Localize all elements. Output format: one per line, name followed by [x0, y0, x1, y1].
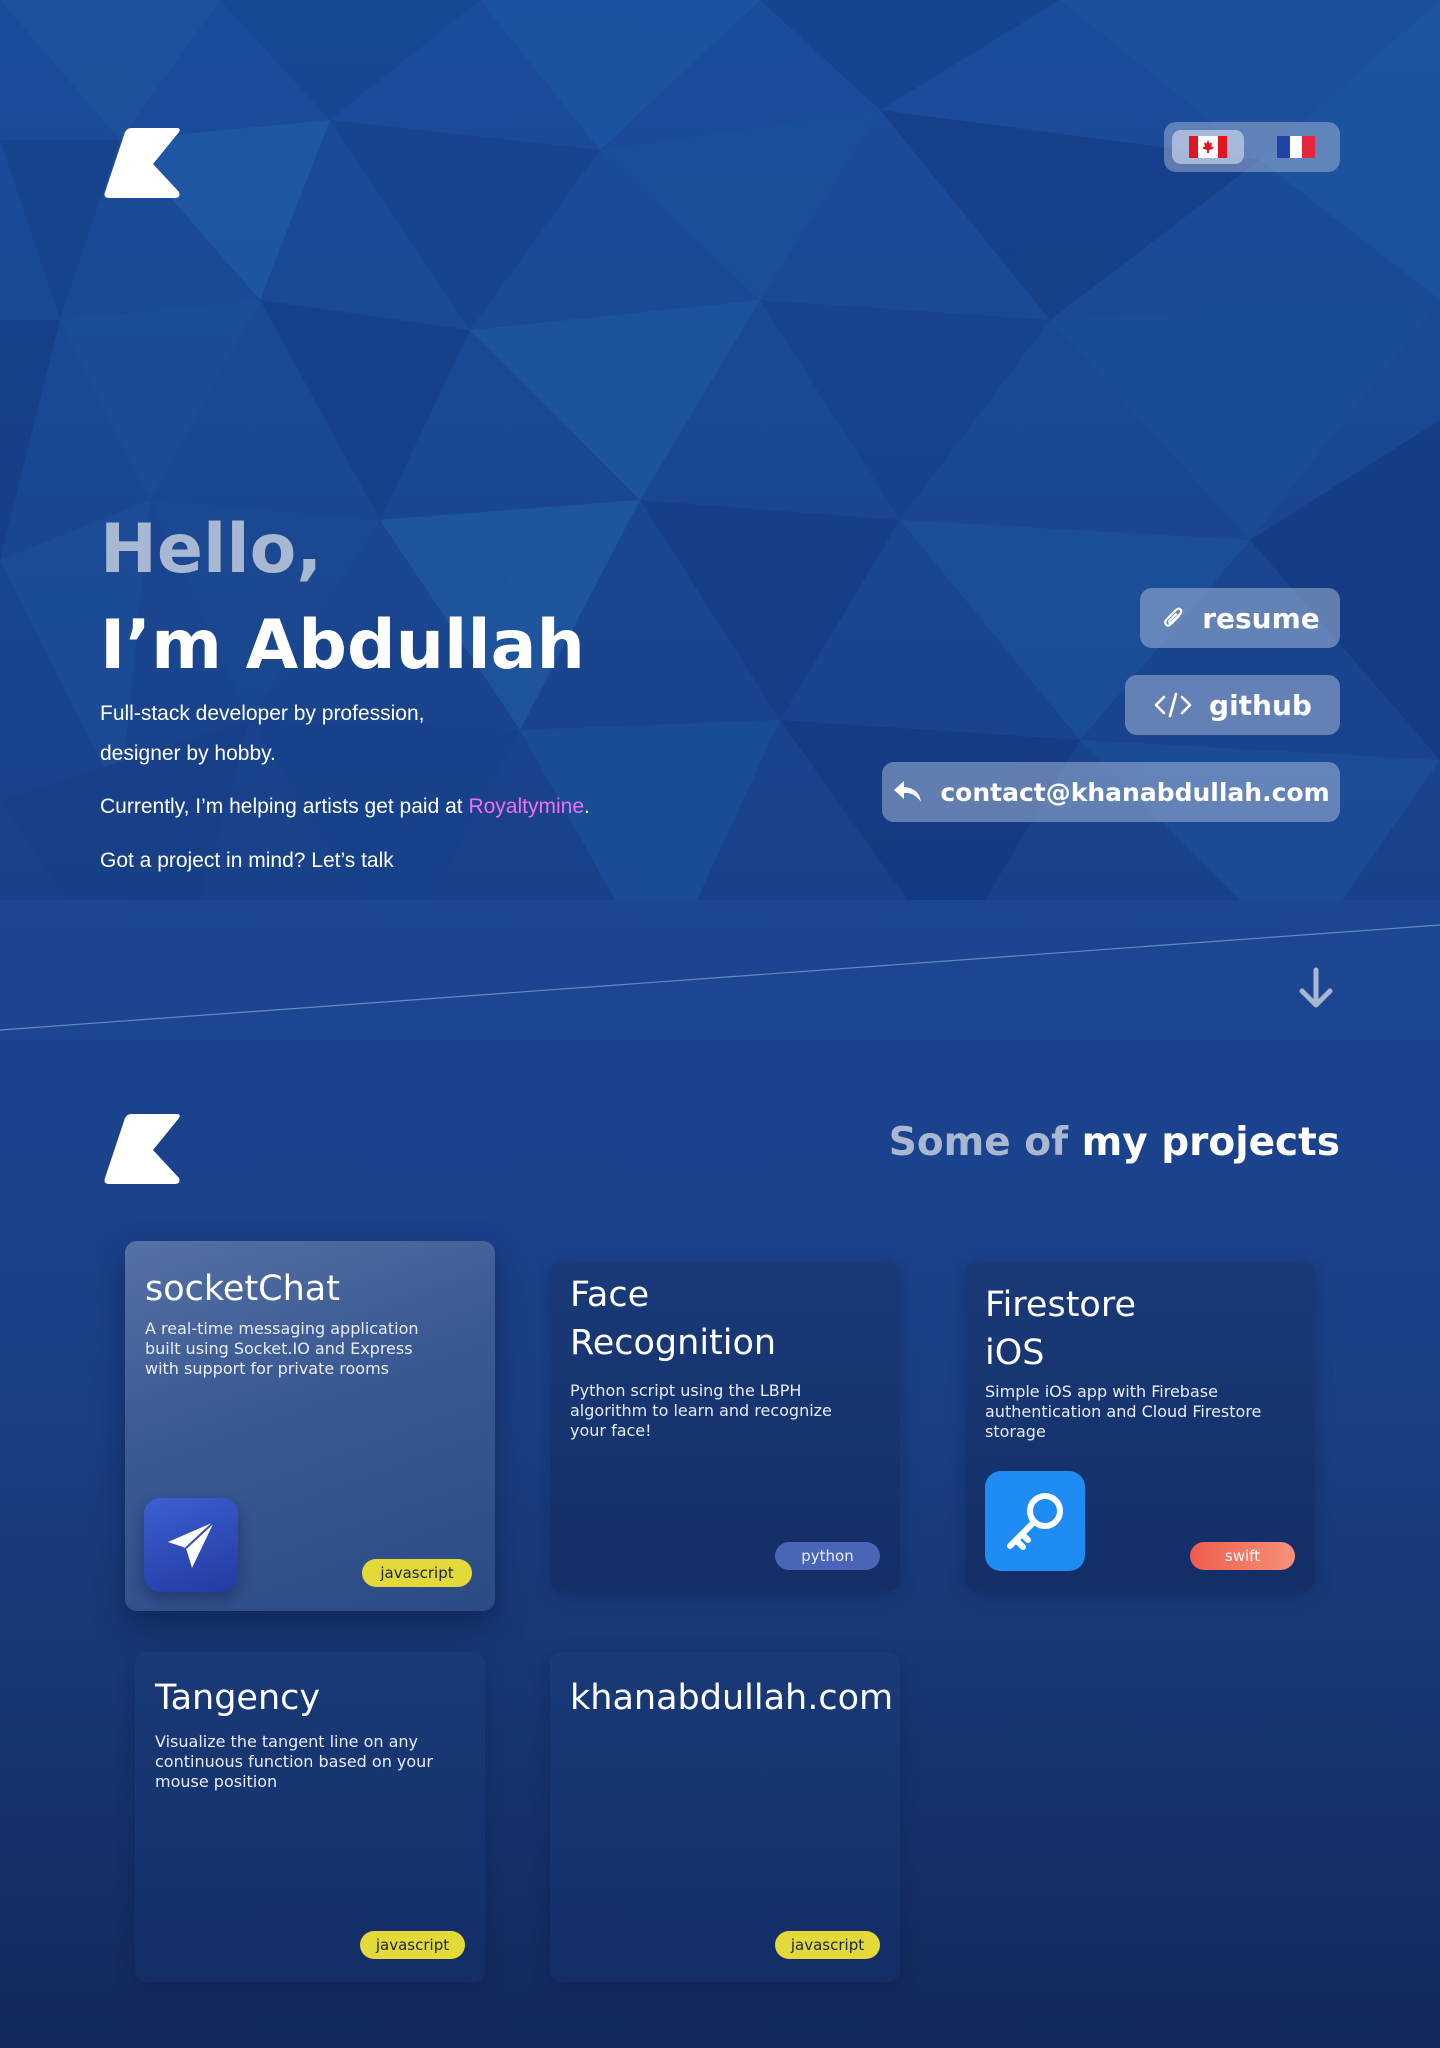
projects-heading-muted: Some of [888, 1120, 1082, 1165]
tech-tag: python [775, 1542, 880, 1570]
project-title: Face Recognition [570, 1275, 777, 1363]
project-card-socketchat[interactable]: socketChat A real-time messaging applica… [125, 1241, 495, 1611]
project-title: Firestore iOS [985, 1285, 1136, 1373]
project-card-khanabdullah[interactable]: khanabdullah.com javascript [550, 1652, 900, 1982]
projects-heading: Some of my projects [889, 1120, 1340, 1165]
project-card-tangency[interactable]: Tangency Visualize the tangent line on a… [135, 1652, 485, 1982]
projects-heading-strong: my projects [1081, 1120, 1340, 1165]
tech-tag: javascript [362, 1559, 472, 1587]
paper-plane-icon [144, 1498, 238, 1592]
key-icon [985, 1471, 1085, 1571]
project-card-firestore-ios[interactable]: Firestore iOS Simple iOS app with Fireba… [965, 1261, 1315, 1591]
project-description: Simple iOS app with Firebase authenticat… [985, 1382, 1262, 1441]
project-card-face-recognition[interactable]: Face Recognition Python script using the… [550, 1261, 900, 1591]
section-divider [0, 924, 1440, 1040]
k-logo-icon[interactable] [103, 1114, 181, 1184]
project-description: Visualize the tangent line on any contin… [155, 1732, 433, 1791]
tech-tag: swift [1190, 1542, 1295, 1570]
project-description: A real-time messaging application built … [145, 1319, 419, 1378]
arrow-down-icon[interactable] [1296, 966, 1336, 1010]
project-title: Tangency [155, 1678, 321, 1718]
project-title: khanabdullah.com [570, 1678, 894, 1718]
tech-tag: javascript [360, 1931, 465, 1959]
project-title: socketChat [145, 1269, 340, 1309]
tech-tag: javascript [775, 1931, 880, 1959]
project-description: Python script using the LBPH algorithm t… [570, 1381, 832, 1440]
